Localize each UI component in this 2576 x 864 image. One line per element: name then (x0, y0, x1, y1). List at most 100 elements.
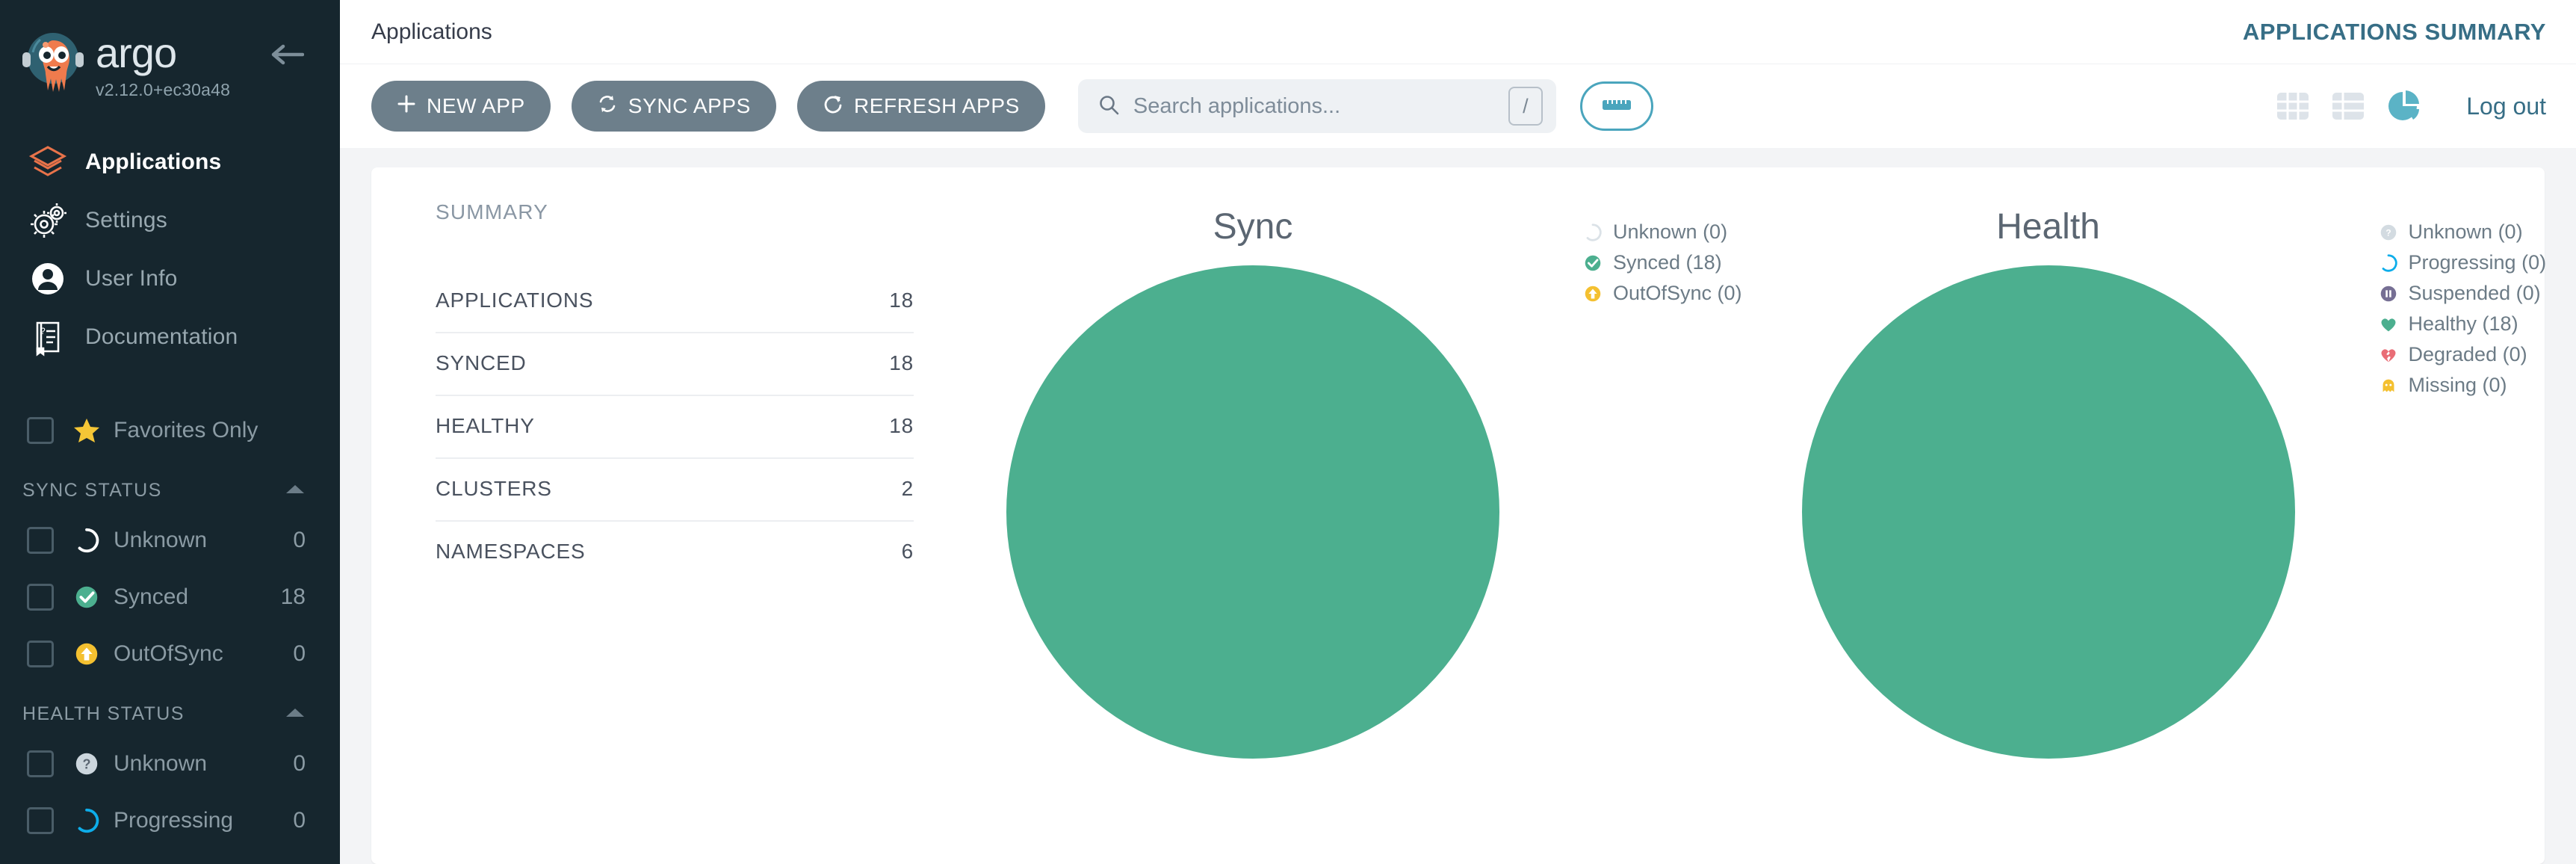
sidebar-nav: Applications Settings User Info ? Docume… (0, 133, 340, 366)
content-area: SUMMARY APPLICATIONS 18 SYNCED 18 HEALTH… (340, 148, 2576, 864)
sidebar-item-applications[interactable]: Applications (0, 133, 340, 191)
brand-header: argo v2.12.0+ec30a48 (0, 0, 340, 102)
breadcrumb[interactable]: Applications (371, 19, 492, 45)
filter-health-unknown[interactable]: ? Unknown 0 (0, 735, 340, 792)
legend-label: Suspended (0) (2408, 282, 2541, 304)
logout-button[interactable]: Log out (2466, 93, 2546, 120)
summary-label: APPLICATIONS (436, 288, 594, 312)
health-legend: ? Unknown (0) Progressing (0) Suspended … (2377, 200, 2576, 864)
ruler-toggle-button[interactable] (1579, 81, 1653, 131)
pause-circle-icon (2377, 283, 2400, 304)
filter-count: 0 (293, 641, 306, 666)
summary-value: 6 (901, 540, 914, 563)
arrow-left-icon[interactable] (270, 42, 305, 67)
plus-icon (397, 94, 416, 119)
filter-sync-synced[interactable]: Synced 18 (0, 569, 340, 626)
search-icon (1097, 93, 1120, 120)
view-pie-button[interactable] (2387, 89, 2421, 123)
heart-icon (2377, 314, 2400, 335)
search-input[interactable] (1133, 93, 1508, 119)
sync-outofsync-checkbox[interactable] (27, 641, 54, 667)
health-progressing-checkbox[interactable] (27, 807, 54, 834)
sync-apps-button[interactable]: SYNC APPS (571, 81, 776, 132)
legend-label: Healthy (18) (2408, 312, 2518, 335)
question-circle-icon: ? (2377, 222, 2400, 243)
argocd-applications-page: argo v2.12.0+ec30a48 Applications Settin… (0, 0, 2576, 864)
section-sync-status[interactable]: SYNC STATUS (0, 459, 340, 512)
spinner-icon (2377, 253, 2400, 274)
filter-count: 0 (293, 528, 306, 552)
chevron-up-icon[interactable] (285, 706, 306, 722)
sidebar-item-settings[interactable]: Settings (0, 191, 340, 250)
circle-dashed-icon (1582, 222, 1604, 243)
summary-value: 18 (889, 414, 914, 437)
legend-item-healthy: Healthy (18) (2377, 309, 2576, 339)
page-title: APPLICATIONS SUMMARY (2242, 18, 2546, 45)
spinner-icon (67, 806, 106, 835)
health-chart-title: Health (1996, 207, 2100, 247)
new-app-label: NEW APP (427, 94, 525, 117)
broken-heart-icon (2377, 345, 2400, 365)
chevron-up-icon[interactable] (285, 483, 306, 499)
health-unknown-checkbox[interactable] (27, 750, 54, 777)
sidebar-item-label: Documentation (85, 324, 238, 349)
filter-count: 18 (280, 584, 306, 609)
legend-item-degraded: Degraded (0) (2377, 339, 2576, 370)
health-chart-block: Health ? Unknown (0) Progressing (0) Sus… (1720, 200, 2546, 864)
check-circle-icon (1582, 253, 1604, 274)
summary-row-healthy: HEALTHY 18 (436, 396, 914, 459)
section-health-status[interactable]: HEALTH STATUS (0, 682, 340, 735)
summary-value: 18 (889, 351, 914, 374)
new-app-button[interactable]: NEW APP (371, 81, 551, 132)
gears-icon (27, 201, 69, 240)
legend-item-progressing: Progressing (0) (2377, 247, 2576, 278)
search-box[interactable]: / (1077, 79, 1556, 133)
legend-item-suspended: Suspended (0) (2377, 278, 2576, 309)
search-shortcut-badge: / (1508, 87, 1543, 126)
summary-label: NAMESPACES (436, 540, 586, 563)
health-chart: Health (1720, 200, 2377, 864)
summary-label: SYNCED (436, 351, 527, 374)
sidebar-item-documentation[interactable]: ? Documentation (0, 308, 340, 366)
filter-sync-unknown[interactable]: Unknown 0 (0, 512, 340, 569)
circle-dashed-icon (67, 526, 106, 555)
filter-favorites-only[interactable]: Favorites Only (0, 402, 340, 459)
sidebar-item-label: Settings (85, 208, 167, 232)
user-circle-icon (27, 259, 69, 298)
sidebar: argo v2.12.0+ec30a48 Applications Settin… (0, 0, 340, 864)
refresh-icon (823, 93, 843, 120)
view-tiles-button[interactable] (2276, 90, 2309, 123)
brand-version: v2.12.0+ec30a48 (96, 79, 231, 99)
argo-octopus-logo (21, 30, 85, 102)
filter-label: Synced (114, 584, 189, 609)
filter-label: Unknown (114, 528, 208, 552)
legend-label: Unknown (0) (2408, 220, 2523, 243)
sync-unknown-checkbox[interactable] (27, 527, 54, 554)
filter-health-progressing[interactable]: Progressing 0 (0, 792, 340, 849)
health-pie-slice-healthy (1801, 265, 2295, 759)
filter-count: 0 (293, 808, 306, 833)
ruler-icon (1602, 96, 1632, 117)
section-title: HEALTH STATUS (22, 703, 185, 724)
summary-column: SUMMARY APPLICATIONS 18 SYNCED 18 HEALTH… (401, 200, 924, 864)
favorites-checkbox[interactable] (27, 417, 54, 444)
sidebar-item-label: Applications (85, 149, 222, 174)
view-toggles: Log out (2276, 89, 2546, 123)
sync-synced-checkbox[interactable] (27, 584, 54, 611)
view-list-button[interactable] (2332, 90, 2365, 123)
legend-item-missing: Missing (0) (2377, 370, 2576, 401)
filter-label: Unknown (114, 751, 208, 776)
legend-label: Missing (0) (2408, 374, 2507, 396)
layers-icon (27, 143, 69, 182)
sidebar-item-user-info[interactable]: User Info (0, 250, 340, 308)
refresh-apps-button[interactable]: REFRESH APPS (796, 81, 1045, 132)
sync-chart: Sync (924, 200, 1582, 864)
refresh-apps-label: REFRESH APPS (853, 94, 1020, 117)
filter-sync-outofsync[interactable]: OutOfSync 0 (0, 626, 340, 682)
summary-title: SUMMARY (436, 200, 549, 223)
sync-apps-label: SYNC APPS (628, 94, 751, 117)
summary-row-clusters: CLUSTERS 2 (436, 459, 914, 522)
filter-label: Progressing (114, 808, 234, 833)
topbar: Applications APPLICATIONS SUMMARY (340, 0, 2576, 64)
section-title: SYNC STATUS (22, 480, 162, 501)
